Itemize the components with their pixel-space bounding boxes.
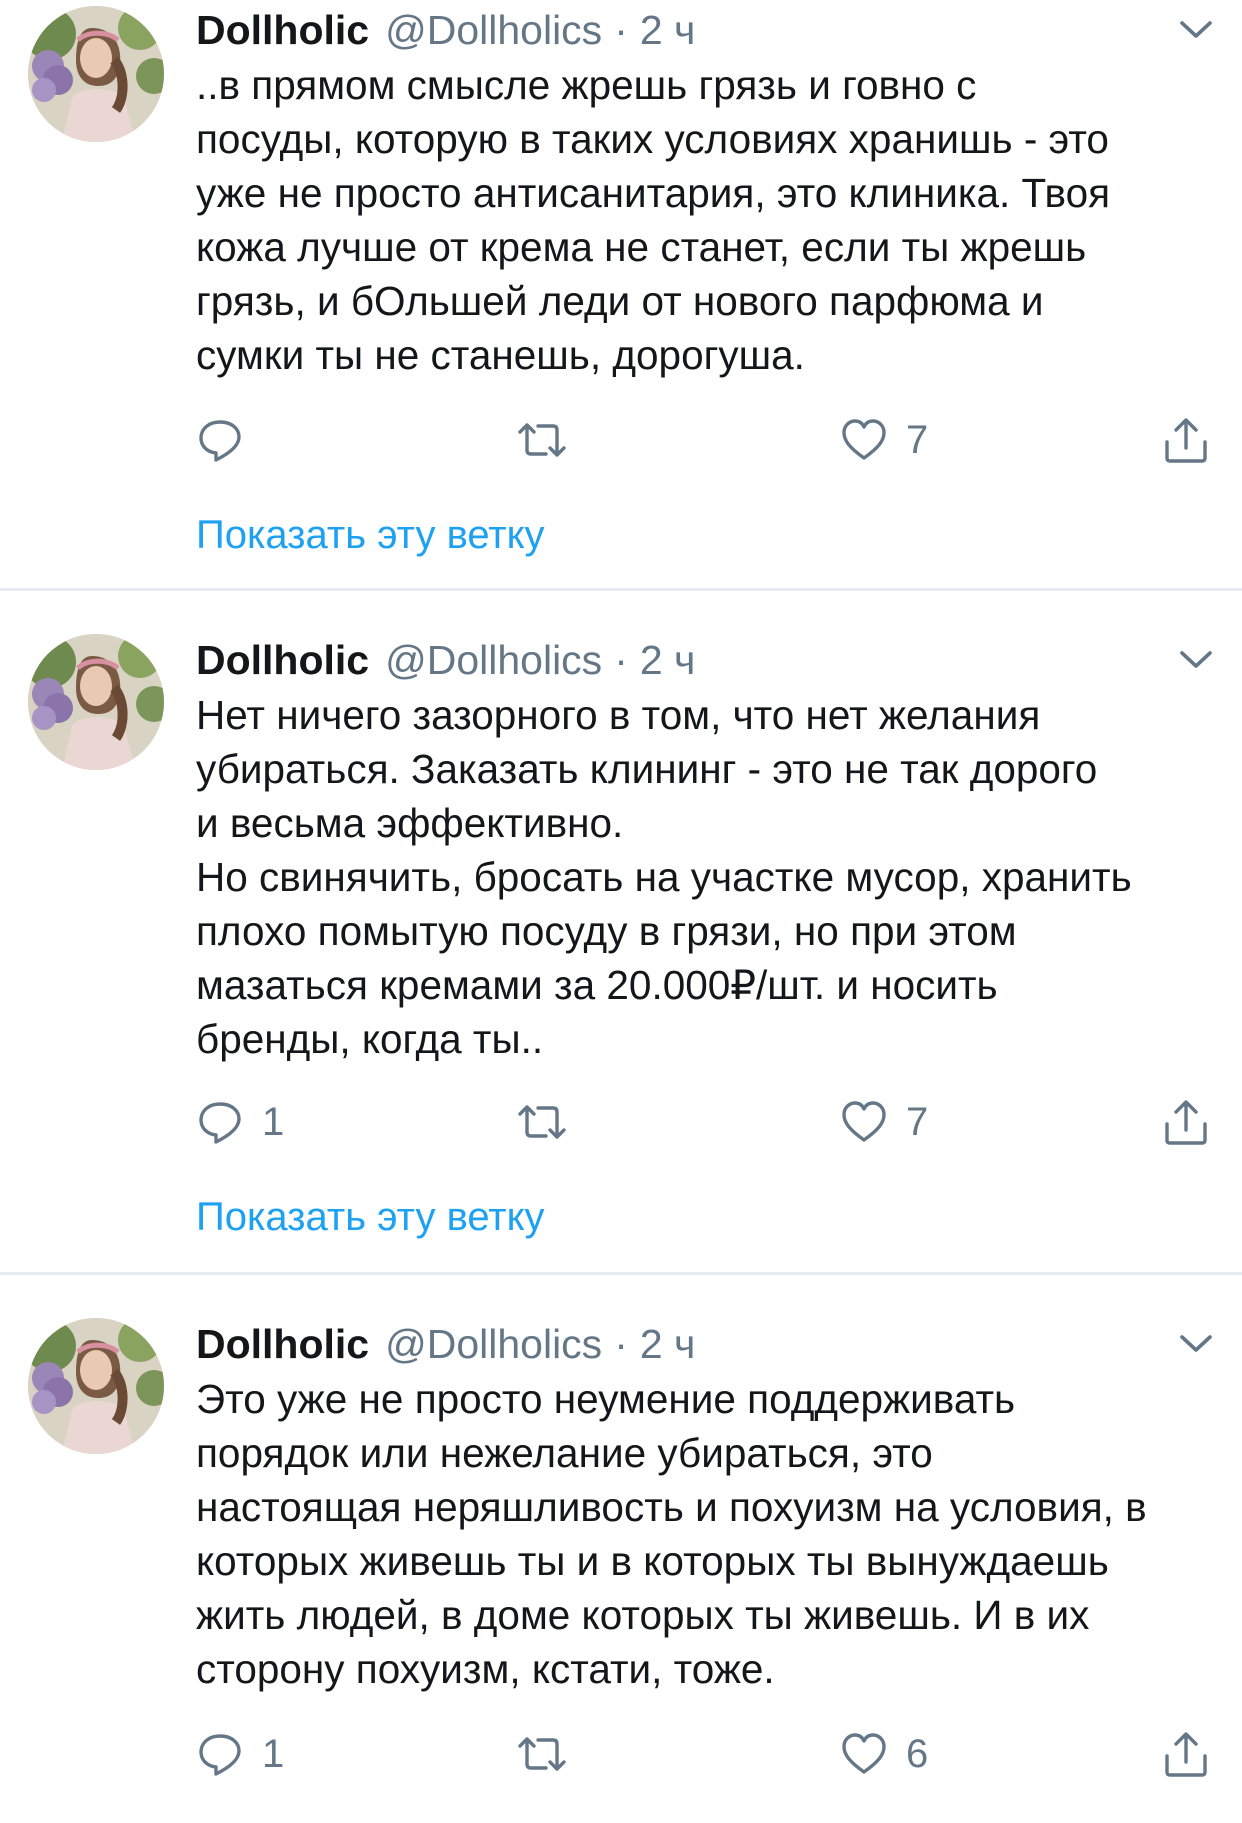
retweet-button[interactable] bbox=[514, 410, 588, 470]
like-count: 7 bbox=[906, 1099, 929, 1144]
heart-icon bbox=[840, 1098, 888, 1146]
show-thread-link[interactable]: Показать эту ветку bbox=[196, 1192, 545, 1242]
tweet-header: Dollholic @Dollholics · 2 ч bbox=[196, 0, 695, 60]
reply-count: 1 bbox=[262, 1731, 285, 1776]
like-button[interactable]: 7 bbox=[840, 410, 928, 470]
author-handle[interactable]: @Dollholics bbox=[385, 637, 602, 683]
like-count: 7 bbox=[906, 417, 929, 462]
avatar[interactable] bbox=[28, 6, 164, 142]
reply-icon bbox=[196, 416, 244, 464]
show-thread-link[interactable]: Показать эту ветку bbox=[196, 510, 545, 560]
chevron-down-icon[interactable] bbox=[1170, 12, 1222, 48]
author-name[interactable]: Dollholic bbox=[196, 637, 369, 683]
reply-count: 1 bbox=[262, 1099, 285, 1144]
chevron-down-icon[interactable] bbox=[1170, 1326, 1222, 1362]
tweet-header: Dollholic @Dollholics · 2 ч bbox=[196, 630, 695, 690]
timestamp[interactable]: 2 ч bbox=[640, 637, 696, 683]
share-icon bbox=[1162, 1098, 1210, 1146]
retweet-icon bbox=[514, 1098, 570, 1146]
author-name[interactable]: Dollholic bbox=[196, 7, 369, 53]
tweet-header: Dollholic @Dollholics · 2 ч bbox=[196, 1314, 695, 1374]
reply-button[interactable]: 1 bbox=[196, 1092, 284, 1152]
author-handle[interactable]: @Dollholics bbox=[385, 7, 602, 53]
author-name[interactable]: Dollholic bbox=[196, 1321, 369, 1367]
tweet-actions: 7 bbox=[196, 410, 1226, 470]
chevron-down-icon[interactable] bbox=[1170, 642, 1222, 678]
timestamp[interactable]: 2 ч bbox=[640, 1321, 696, 1367]
separator: · bbox=[614, 7, 628, 53]
reply-button[interactable] bbox=[196, 410, 262, 470]
share-button[interactable] bbox=[1162, 1092, 1210, 1152]
author-handle[interactable]: @Dollholics bbox=[385, 1321, 602, 1367]
retweet-button[interactable] bbox=[514, 1092, 588, 1152]
tweet-text: Это уже не просто неумение поддерживать … bbox=[196, 1376, 1147, 1692]
like-count: 6 bbox=[906, 1731, 929, 1776]
tweet-text: Нет ничего зазорного в том, что нет жела… bbox=[196, 692, 1132, 1062]
share-icon bbox=[1162, 416, 1210, 464]
reply-icon bbox=[196, 1730, 244, 1778]
tweet-text: ..в прямом смысле жрешь грязь и говно с … bbox=[196, 62, 1111, 378]
reply-button[interactable]: 1 bbox=[196, 1724, 284, 1784]
timestamp[interactable]: 2 ч bbox=[640, 7, 696, 53]
retweet-icon bbox=[514, 416, 570, 464]
reply-icon bbox=[196, 1098, 244, 1146]
share-button[interactable] bbox=[1162, 410, 1210, 470]
heart-icon bbox=[840, 416, 888, 464]
like-button[interactable]: 7 bbox=[840, 1092, 928, 1152]
divider bbox=[0, 588, 1242, 591]
avatar[interactable] bbox=[28, 634, 164, 770]
tweet-actions: 1 6 bbox=[196, 1724, 1226, 1784]
avatar[interactable] bbox=[28, 1318, 164, 1454]
retweet-icon bbox=[514, 1730, 570, 1778]
divider bbox=[0, 1272, 1242, 1275]
tweet-actions: 1 7 bbox=[196, 1092, 1226, 1152]
heart-icon bbox=[840, 1730, 888, 1778]
share-button[interactable] bbox=[1162, 1724, 1210, 1784]
separator: · bbox=[614, 637, 628, 683]
retweet-button[interactable] bbox=[514, 1724, 588, 1784]
share-icon bbox=[1162, 1730, 1210, 1778]
like-button[interactable]: 6 bbox=[840, 1724, 928, 1784]
separator: · bbox=[614, 1321, 628, 1367]
